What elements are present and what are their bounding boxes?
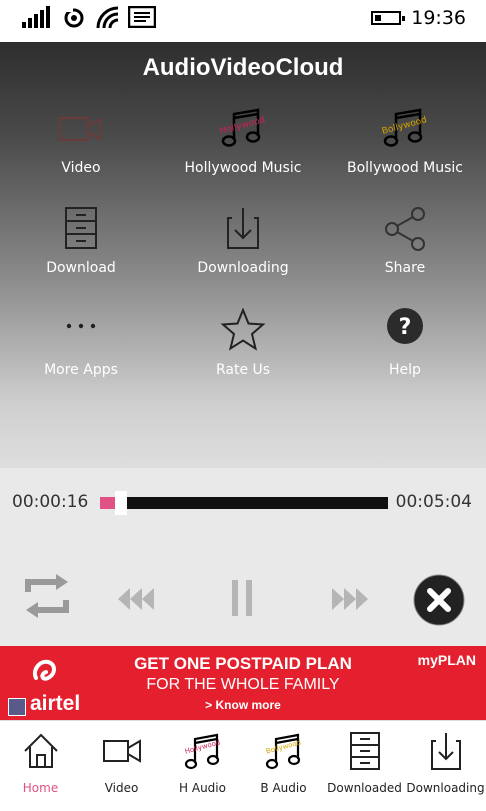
status-bar: 19:36: [0, 0, 486, 34]
tile-label: Download: [46, 260, 116, 276]
tile-download[interactable]: Download: [0, 206, 162, 306]
tile-label: Bollywood Music: [347, 160, 463, 176]
tile-bollywood-music[interactable]: Bollywood Bollywood Music: [324, 106, 486, 206]
seek-bar[interactable]: [100, 491, 388, 515]
hollywood-music-note-icon: Hollywood: [183, 733, 221, 770]
nav-item-home[interactable]: Home: [0, 721, 81, 811]
tile-label: Help: [389, 362, 421, 378]
file-cabinet-icon: [65, 207, 97, 249]
video-camera-icon: [102, 739, 141, 763]
more-dots-icon: [66, 323, 96, 329]
home-icon: [23, 733, 58, 768]
nav-label: B Audio: [260, 781, 307, 795]
pause-icon[interactable]: [230, 580, 254, 616]
nav-item-h-audio[interactable]: Hollywood H Audio: [162, 721, 243, 811]
tile-share[interactable]: Share: [324, 206, 486, 306]
svg-text:?: ?: [399, 315, 412, 340]
video-camera-icon: [59, 117, 101, 141]
help-icon: ?: [387, 308, 423, 344]
message-icon: [128, 6, 156, 28]
media-player: 00:00:16 00:05:04: [0, 468, 486, 646]
ad-tag: myPLAN: [417, 652, 476, 668]
ad-cta-link[interactable]: > Know more: [0, 698, 486, 712]
close-icon[interactable]: [412, 573, 466, 627]
file-cabinet-icon: [349, 732, 380, 770]
share-icon: [385, 207, 425, 251]
tile-label: Hollywood Music: [184, 160, 302, 176]
fast-forward-icon[interactable]: [332, 588, 368, 610]
nav-item-downloading[interactable]: Downloading: [405, 721, 486, 811]
wifi-icon: [96, 6, 119, 29]
ad-banner[interactable]: airtel GET ONE POSTPAID PLAN FOR THE WHO…: [0, 646, 486, 720]
tile-downloading[interactable]: Downloading: [162, 206, 324, 306]
nav-item-downloaded[interactable]: Downloaded: [324, 721, 405, 811]
tile-label: More Apps: [44, 362, 118, 378]
tile-label: Downloading: [197, 260, 289, 276]
nav-label: H Audio: [179, 781, 226, 795]
tile-more-apps[interactable]: More Apps: [0, 308, 162, 408]
tile-help[interactable]: ? Help: [324, 308, 486, 408]
nav-item-b-audio[interactable]: Bollywood B Audio: [243, 721, 324, 811]
rewind-icon[interactable]: [118, 588, 154, 610]
tile-label: Rate Us: [215, 362, 271, 378]
divider: [0, 34, 486, 42]
tile-label: Video: [61, 160, 101, 176]
seek-bar-played: [100, 497, 115, 509]
nav-label: Downloaded: [327, 781, 402, 795]
tile-rate-us[interactable]: Rate Us: [162, 308, 324, 408]
signal-icon: [22, 6, 50, 28]
main-menu-panel: AudioVideoCloud Video Hollywood Hollywoo…: [0, 42, 486, 468]
bollywood-music-note-icon: Bollywood: [265, 733, 301, 770]
total-time: 00:05:04: [395, 492, 472, 512]
download-arrow-icon: [227, 208, 259, 249]
app-title: AudioVideoCloud: [142, 54, 344, 81]
bollywood-music-note-icon: Bollywood: [381, 108, 428, 147]
clock-time: 19:36: [411, 7, 466, 29]
bottom-navigation: Home Video Hollywood H Audio Bollywood B…: [0, 720, 486, 810]
nav-item-video[interactable]: Video: [81, 721, 162, 811]
ad-headline: GET ONE POSTPAID PLAN: [134, 654, 352, 673]
nav-label: Downloading: [406, 781, 485, 795]
tile-hollywood-music[interactable]: Hollywood Hollywood Music: [162, 106, 324, 206]
nav-label: Home: [22, 781, 59, 795]
download-arrow-icon: [430, 733, 461, 770]
repeat-icon[interactable]: [20, 572, 74, 620]
nav-label: Video: [104, 781, 139, 795]
current-time: 00:00:16: [12, 492, 89, 512]
battery-icon: [371, 11, 405, 25]
seek-bar-thumb[interactable]: [115, 491, 127, 515]
tile-label: Share: [384, 260, 426, 276]
tile-video[interactable]: Video: [0, 106, 162, 206]
hollywood-music-note-icon: Hollywood: [219, 108, 266, 147]
star-icon: [220, 308, 266, 351]
ad-subline: FOR THE WHOLE FAMILY: [146, 676, 340, 693]
sync-icon: [64, 8, 84, 28]
